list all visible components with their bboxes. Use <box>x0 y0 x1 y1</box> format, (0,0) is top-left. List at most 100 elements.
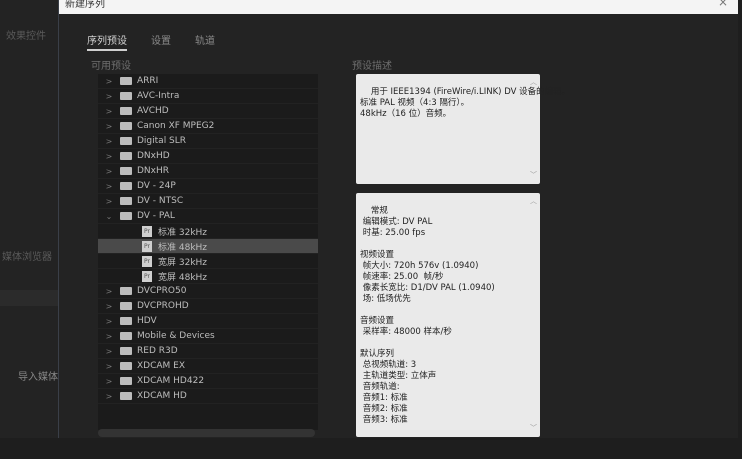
preset-description-box: 用于 IEEE1394 (FireWire/i.LINK) DV 设备的编辑。 … <box>356 74 570 184</box>
preset-file-icon: Pr <box>142 240 152 252</box>
preset-file-icon: Pr <box>142 255 152 267</box>
preset-label: AVCHD <box>137 106 169 116</box>
chevron-right-icon[interactable]: > <box>98 122 120 131</box>
folder-icon <box>120 167 132 175</box>
preset-label: ARRI <box>137 76 159 86</box>
preset-folder[interactable]: > Mobile & Devices <box>98 329 318 344</box>
preset-tree: > ARRI > AVC-Intra > AVCHD > Canon XF MPEG2 > Dig… <box>98 74 318 430</box>
folder-icon <box>120 182 132 190</box>
preset-label: DNxHR <box>137 166 170 176</box>
folder-icon <box>120 77 132 85</box>
preset-item[interactable]: Pr 宽屏 48kHz <box>98 269 318 284</box>
folder-icon <box>120 212 132 220</box>
preset-folder[interactable]: > DV - 24P <box>98 179 318 194</box>
preset-folder[interactable]: > Digital SLR <box>98 134 318 149</box>
folder-icon <box>120 122 132 130</box>
chevron-down-icon[interactable]: ⌄ <box>98 212 120 221</box>
preset-label: Mobile & Devices <box>137 331 215 341</box>
folder-icon <box>120 152 132 160</box>
preset-folder[interactable]: ⌄ DV - PAL <box>98 209 318 224</box>
folder-icon <box>120 92 132 100</box>
description-text: 用于 IEEE1394 (FireWire/i.LINK) DV 设备的编辑。 … <box>360 87 571 119</box>
folder-icon <box>120 332 132 340</box>
preset-label: 宽屏 48kHz <box>158 272 208 283</box>
horizontal-scrollbar[interactable] <box>98 429 315 437</box>
folder-icon <box>120 137 132 145</box>
preset-item[interactable]: Pr 标准 32kHz <box>98 224 318 239</box>
close-icon[interactable]: × <box>718 0 728 8</box>
preset-folder[interactable]: > ARRI <box>98 74 318 89</box>
chevron-right-icon[interactable]: > <box>98 197 120 206</box>
scroll-down-icon[interactable]: ﹀ <box>530 170 537 181</box>
chevron-right-icon[interactable]: > <box>98 152 120 161</box>
details-text: 常规 编辑模式: DV PAL 时基: 25.00 fps 视频设置 帧大小: … <box>360 206 495 425</box>
preset-folder[interactable]: > AVCHD <box>98 104 318 119</box>
chevron-right-icon[interactable]: > <box>98 347 120 356</box>
folder-icon <box>120 197 132 205</box>
new-sequence-dialog: 新建序列 × 序列预设 设置 轨道 可用预设 > ARRI > AVC-Intra > A… <box>58 0 738 438</box>
chevron-right-icon[interactable]: > <box>98 302 120 311</box>
chevron-right-icon[interactable]: > <box>98 332 120 341</box>
preset-folder[interactable]: > RED R3D <box>98 344 318 359</box>
folder-icon <box>120 362 132 370</box>
folder-icon <box>120 377 132 385</box>
preset-item[interactable]: Pr 标准 48kHz <box>98 239 318 254</box>
tab-sequence-presets[interactable]: 序列预设 <box>87 32 127 51</box>
chevron-right-icon[interactable]: > <box>98 77 120 86</box>
preset-folder[interactable]: > XDCAM HD422 <box>98 374 318 389</box>
chevron-right-icon[interactable]: > <box>98 92 120 101</box>
import-media-label[interactable]: 导入媒体 <box>18 368 58 383</box>
preset-label: AVC-Intra <box>137 91 180 101</box>
preset-details-box: 常规 编辑模式: DV PAL 时基: 25.00 fps 视频设置 帧大小: … <box>356 193 540 437</box>
chevron-right-icon[interactable]: > <box>98 377 120 386</box>
tab-settings[interactable]: 设置 <box>151 32 171 51</box>
preset-file-icon: Pr <box>142 270 152 282</box>
preset-folder[interactable]: > DVCPROHD <box>98 299 318 314</box>
folder-icon <box>120 287 132 295</box>
preset-folder[interactable]: > HDV <box>98 314 318 329</box>
folder-icon <box>120 107 132 115</box>
preset-label: RED R3D <box>137 346 178 356</box>
effects-panel-label: 效果控件 <box>6 31 46 42</box>
preset-label: DV - 24P <box>137 181 176 191</box>
scroll-up-icon[interactable]: ︿ <box>530 77 537 88</box>
preset-label: 标准 48kHz <box>158 242 208 253</box>
preset-folder[interactable]: > XDCAM EX <box>98 359 318 374</box>
preset-label: DVCPRO50 <box>137 286 187 296</box>
dialog-titlebar: 新建序列 × <box>59 0 738 14</box>
chevron-right-icon[interactable]: > <box>98 182 120 191</box>
available-presets-heading: 可用预设 <box>91 61 131 72</box>
preset-label: Canon XF MPEG2 <box>137 121 215 131</box>
preset-folder[interactable]: > DVCPRO50 <box>98 284 318 299</box>
chevron-right-icon[interactable]: > <box>98 317 120 326</box>
preset-label: 宽屏 32kHz <box>158 257 208 268</box>
chevron-right-icon[interactable]: > <box>98 392 120 401</box>
media-browser-label: 媒体浏览器 <box>2 252 52 263</box>
preset-label: 标准 32kHz <box>158 227 208 238</box>
preset-folder[interactable]: > Canon XF MPEG2 <box>98 119 318 134</box>
preset-label: HDV <box>137 316 157 326</box>
folder-icon <box>120 317 132 325</box>
preset-label: DV - PAL <box>137 211 175 221</box>
preset-folder[interactable]: > XDCAM HD <box>98 389 318 404</box>
preset-description-heading: 预设描述 <box>352 61 392 72</box>
chevron-right-icon[interactable]: > <box>98 287 120 296</box>
preset-label: DV - NTSC <box>137 196 184 206</box>
tab-bar: 序列预设 设置 轨道 <box>87 32 215 51</box>
preset-folder[interactable]: > DNxHD <box>98 149 318 164</box>
preset-folder[interactable]: > DNxHR <box>98 164 318 179</box>
chevron-right-icon[interactable]: > <box>98 137 120 146</box>
preset-folder[interactable]: > DV - NTSC <box>98 194 318 209</box>
preset-label: XDCAM EX <box>137 361 186 371</box>
chevron-right-icon[interactable]: > <box>98 167 120 176</box>
folder-icon <box>120 302 132 310</box>
tab-tracks[interactable]: 轨道 <box>195 32 215 51</box>
scroll-up-icon[interactable]: ︿ <box>530 196 537 207</box>
preset-folder[interactable]: > AVC-Intra <box>98 89 318 104</box>
scroll-down-icon[interactable]: ﹀ <box>530 423 537 434</box>
preset-item[interactable]: Pr 宽屏 32kHz <box>98 254 318 269</box>
folder-icon <box>120 347 132 355</box>
folder-icon <box>120 392 132 400</box>
chevron-right-icon[interactable]: > <box>98 107 120 116</box>
chevron-right-icon[interactable]: > <box>98 362 120 371</box>
